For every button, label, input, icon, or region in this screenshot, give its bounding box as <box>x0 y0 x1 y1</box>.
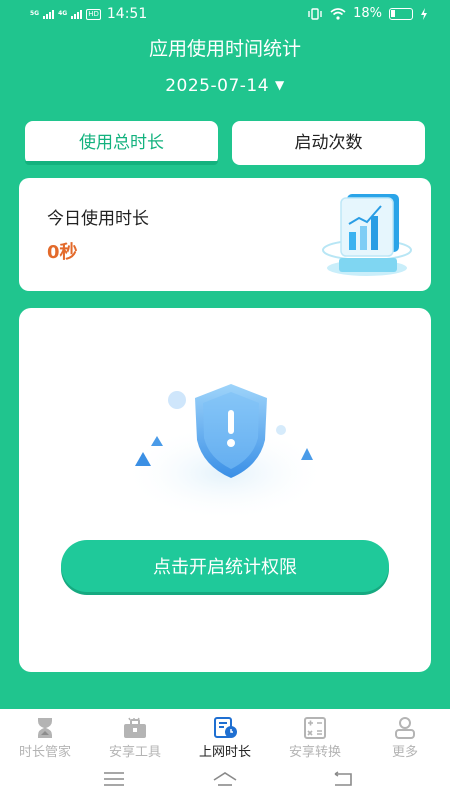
user-icon <box>395 717 415 739</box>
warning-shield-icon <box>123 384 327 521</box>
status-bar: 5G 4G HD 14:51 18% <box>0 0 450 28</box>
nav-label: 上网时长 <box>198 745 251 760</box>
hourglass-icon <box>38 718 52 738</box>
nav-item-duration-manager[interactable]: 时长管家 <box>0 717 90 760</box>
nav-label: 安享转换 <box>288 745 341 760</box>
hd-badge: HD <box>86 8 101 20</box>
signal-icon <box>43 9 55 19</box>
wifi-icon <box>330 7 346 20</box>
today-usage-label: 今日使用时长 <box>47 209 149 229</box>
document-clock-icon <box>214 717 237 738</box>
permission-card: 点击开启统计权限 <box>19 308 431 672</box>
calculator-icon <box>304 717 326 739</box>
system-back-icon[interactable] <box>331 771 355 787</box>
battery-percent: 18% <box>353 6 382 21</box>
status-right: 18% <box>307 6 428 21</box>
charging-icon <box>421 7 427 20</box>
status-left: 5G 4G HD 14:51 <box>30 6 147 22</box>
nav-label: 更多 <box>391 745 418 760</box>
tab-total-duration[interactable]: 使用总时长 <box>25 121 218 165</box>
nav-item-tools[interactable]: 安享工具 <box>90 717 180 760</box>
today-usage-card: 今日使用时长 0秒 <box>19 178 431 291</box>
nav-label: 时长管家 <box>18 745 71 760</box>
stats-chart-icon <box>322 194 412 276</box>
network-5g-label: 5G <box>30 10 40 17</box>
page-title: 应用使用时间统计 <box>148 38 301 60</box>
date-value: 2025-07-14 <box>165 76 270 96</box>
network-4g-label: 4G <box>58 10 68 17</box>
active-tab-indicator <box>25 161 218 165</box>
bottom-nav: 时长管家 安享工具 上网时长 安享转换 更多 <box>0 709 450 800</box>
tab-total-duration-label: 使用总时长 <box>79 133 164 153</box>
system-menu-icon[interactable] <box>102 771 126 787</box>
status-time: 14:51 <box>106 6 148 22</box>
vibrate-icon <box>308 7 322 20</box>
nav-label: 安享工具 <box>108 745 161 760</box>
signal-icon-2 <box>71 9 83 19</box>
caret-down-icon: ▼ <box>275 78 285 92</box>
tab-launch-count[interactable]: 启动次数 <box>232 121 425 165</box>
system-home-icon[interactable] <box>213 771 237 787</box>
today-usage-value: 0秒 <box>47 242 78 263</box>
nav-item-converter[interactable]: 安享转换 <box>270 717 360 760</box>
battery-icon <box>389 7 413 20</box>
nav-item-more[interactable]: 更多 <box>360 717 450 760</box>
tab-launch-count-label: 启动次数 <box>294 133 363 153</box>
grant-stats-permission-button[interactable]: 点击开启统计权限 <box>61 540 389 592</box>
nav-item-online-duration[interactable]: 上网时长 <box>180 717 270 760</box>
date-picker[interactable]: 2025-07-14 ▼ <box>0 76 450 96</box>
toolbox-icon <box>124 717 146 738</box>
